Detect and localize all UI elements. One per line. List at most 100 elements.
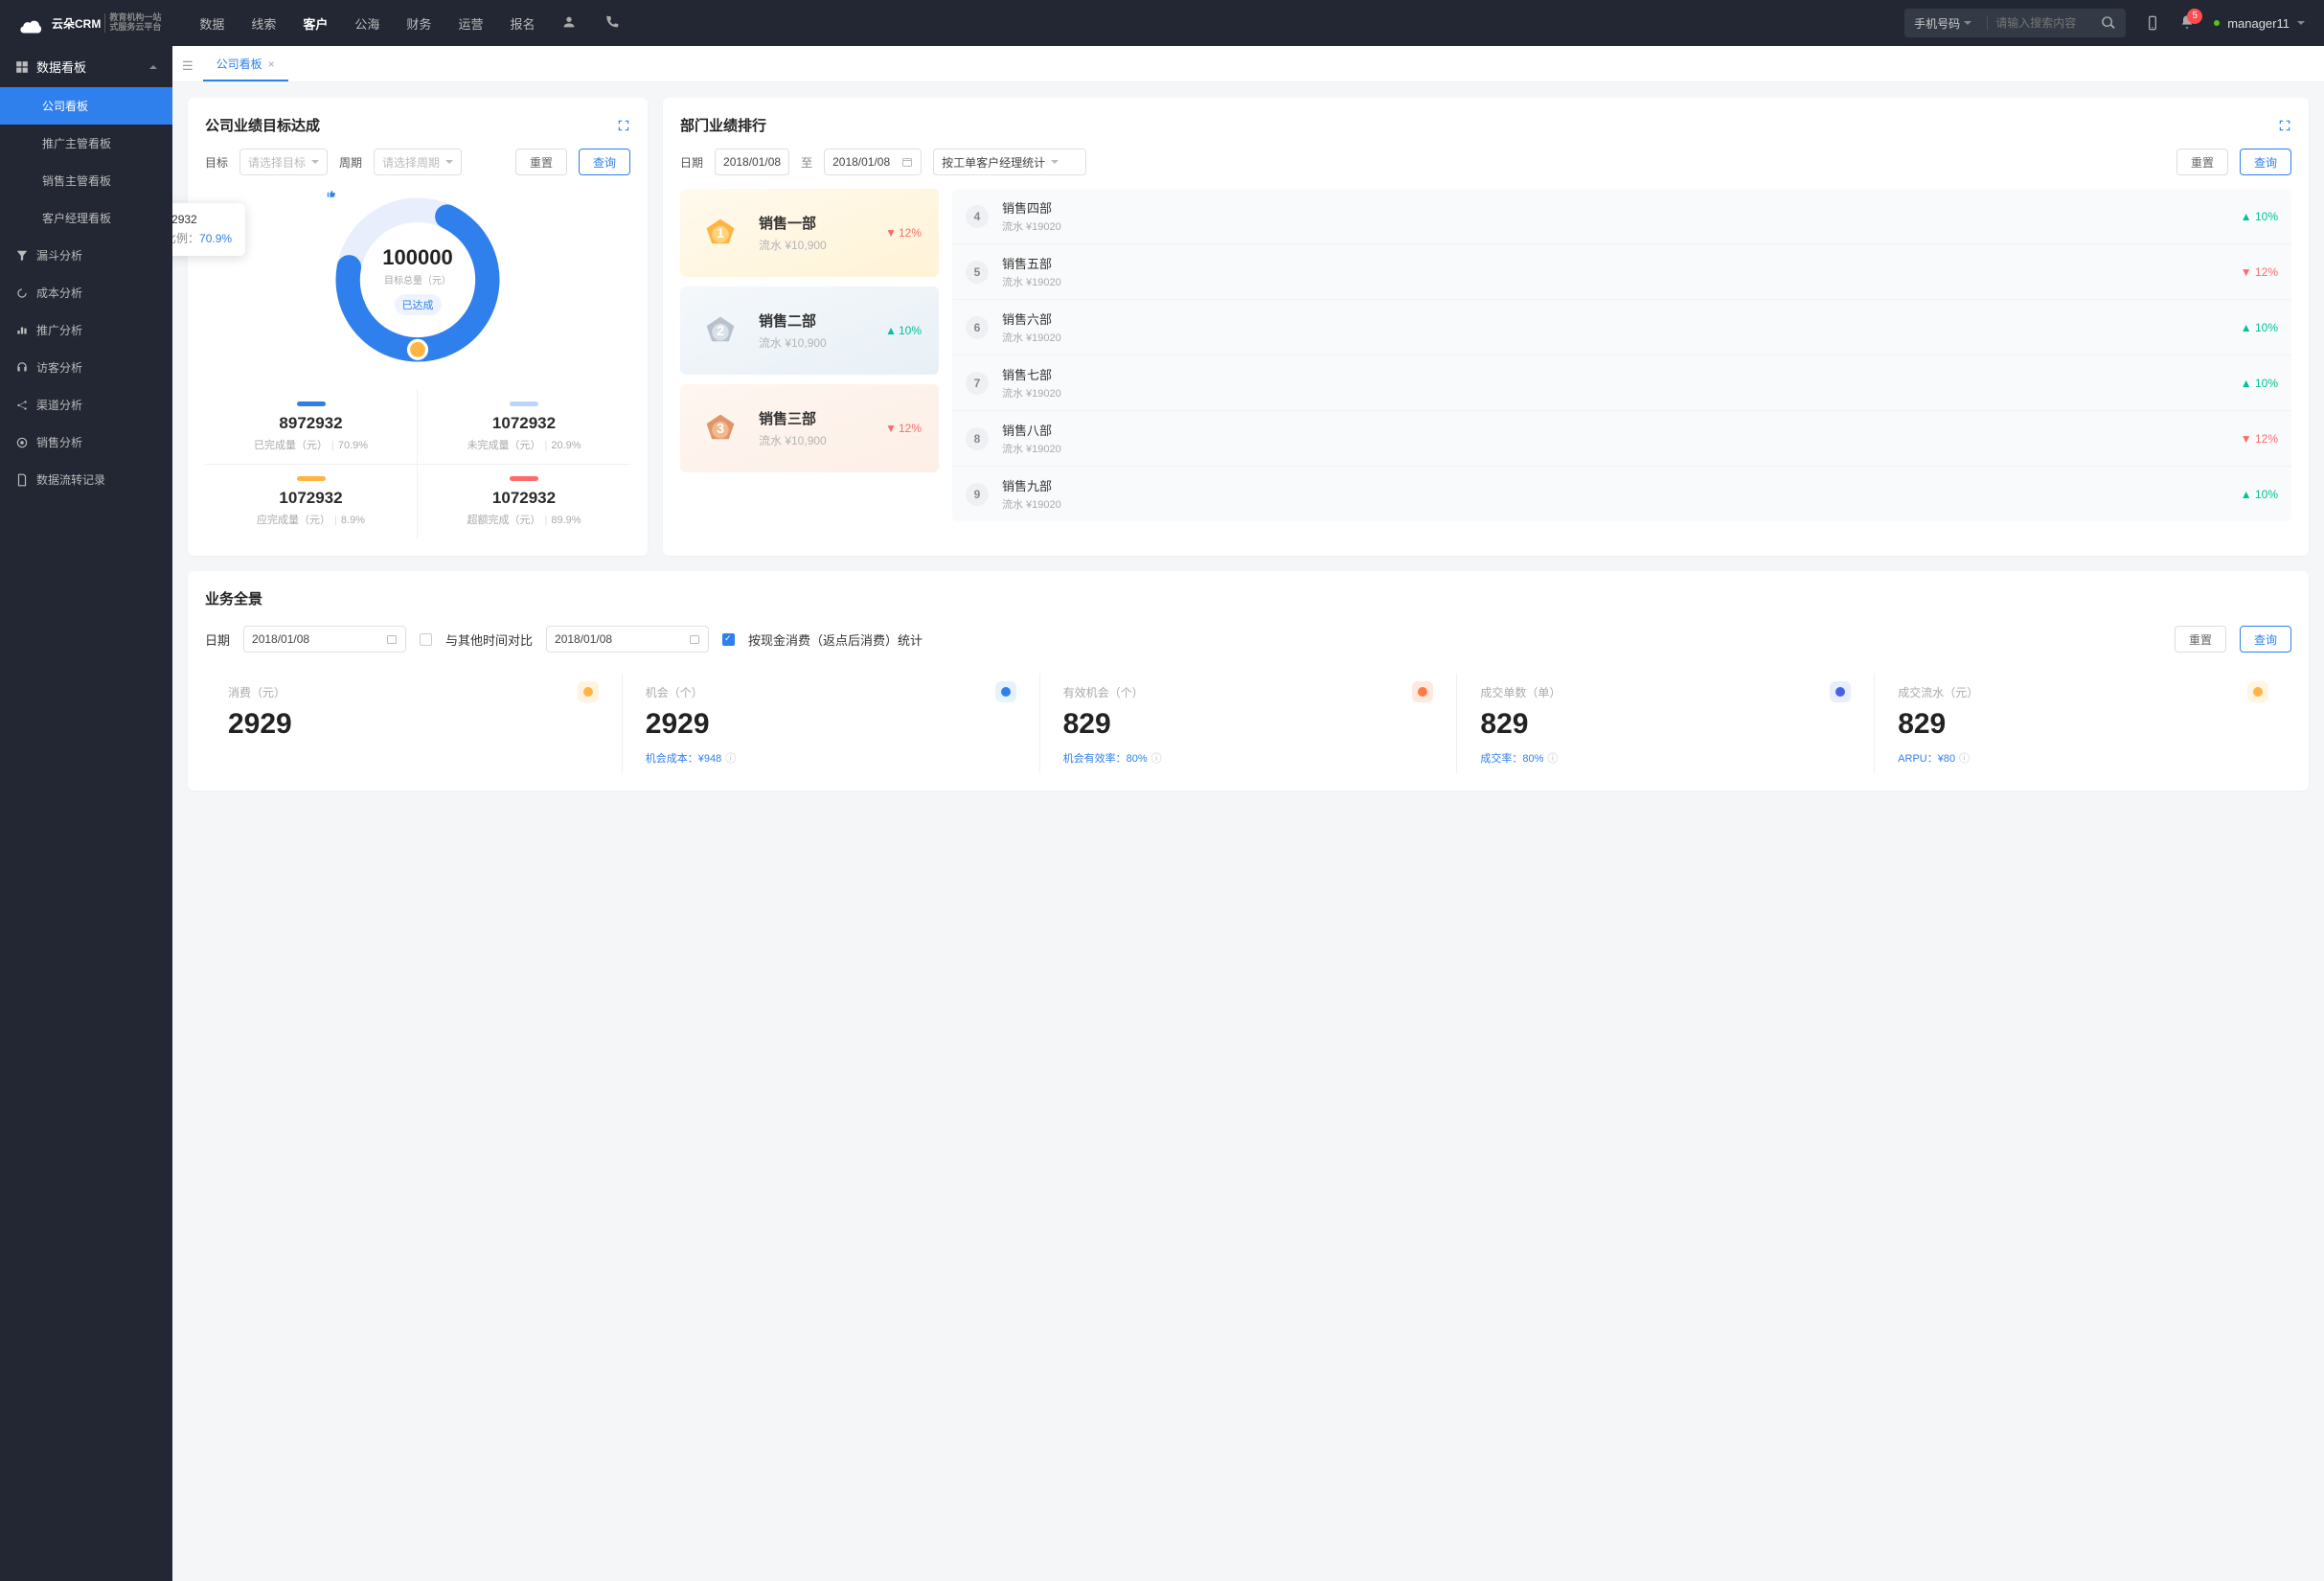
sidebar-item-promo[interactable]: 推广分析	[0, 311, 172, 349]
ranking-list: 4 销售四部流水 ¥19020 ▲ 10% 5 销售五部流水 ¥19020 ▼ …	[952, 189, 2291, 521]
dept-name: 销售六部	[1002, 309, 2227, 328]
period-select[interactable]: 请选择周期	[374, 149, 462, 175]
sidebar-item-company-board[interactable]: 公司看板	[0, 87, 172, 125]
search-button[interactable]: 查询	[579, 149, 630, 175]
close-tab-icon[interactable]: ×	[268, 57, 275, 71]
filter-period-label: 周期	[339, 154, 362, 171]
reset-button[interactable]: 重置	[2175, 626, 2226, 653]
funnel-icon	[15, 249, 29, 263]
status-indicator	[2214, 20, 2220, 26]
stat-footer: ARPU：¥80 ⓘ	[1898, 750, 2268, 766]
nav-phone-icon[interactable]	[604, 14, 619, 33]
help-icon[interactable]: ⓘ	[1959, 750, 1970, 766]
pct-change: ▼ 12%	[2241, 265, 2278, 279]
search-category-select[interactable]: 手机号码	[1914, 15, 1971, 32]
nav-pool[interactable]: 公海	[354, 14, 379, 33]
help-icon[interactable]: ⓘ	[725, 750, 736, 766]
rank-number: 6	[966, 316, 989, 339]
expand-icon[interactable]	[617, 119, 630, 132]
chart-icon	[15, 324, 29, 337]
overview-stats: 消费（元） 2929 机会（个） 2929 机会成本：¥948 ⓘ 有效机会（个…	[205, 674, 2291, 773]
nav-customers[interactable]: 客户	[303, 14, 328, 33]
rank-number: 9	[966, 483, 989, 506]
collapse-sidebar-button[interactable]: ☰	[182, 58, 194, 81]
sidebar-item-cost[interactable]: 成本分析	[0, 274, 172, 311]
sidebar-group-dashboard[interactable]: 数据看板	[0, 46, 172, 87]
tab-bar: ☰ 公司看板 ×	[172, 46, 2324, 82]
stat-label: 消费（元）	[228, 684, 285, 700]
reset-button[interactable]: 重置	[515, 149, 567, 175]
sidebar-item-flow[interactable]: 数据流转记录	[0, 461, 172, 498]
pct-change: ▲ 10%	[2241, 321, 2278, 334]
reset-button[interactable]: 重置	[2176, 149, 2228, 175]
dept-name: 销售二部	[759, 310, 870, 331]
podium-gold: 1 销售一部 流水 ¥10,900 ▼ 12%	[680, 189, 939, 277]
search-input[interactable]	[1995, 16, 2101, 30]
compare-checkbox[interactable]	[420, 633, 432, 646]
logo[interactable]: 云朵CRM 教育机构一站式服务云平台	[19, 12, 161, 34]
tab-company-board[interactable]: 公司看板 ×	[203, 48, 288, 81]
podium-silver: 2 销售二部 流水 ¥10,900 ▲ 10%	[680, 286, 939, 375]
document-icon	[15, 473, 29, 487]
sidebar-item-channel[interactable]: 渠道分析	[0, 386, 172, 424]
card-business-overview: 业务全景 日期 2018/01/08 与其他时间对比 2018/01/08 按现…	[188, 571, 2309, 790]
cloud-icon	[19, 12, 46, 34]
card-department-ranking: 部门业绩排行 日期 2018/01/08 至 2018/01/08 按工单客户经…	[663, 98, 2309, 556]
stat-exceeded: 1072932 超额完成（元）|89.9%	[418, 465, 630, 538]
target-select[interactable]: 请选择目标	[239, 149, 328, 175]
date-from-input[interactable]: 2018/01/08	[715, 149, 789, 175]
nav-enroll[interactable]: 报名	[510, 14, 535, 33]
date-to-input[interactable]: 2018/01/08	[824, 149, 922, 175]
search-icon[interactable]	[2101, 15, 2116, 31]
overview-stat: 有效机会（个） 829 机会有效率：80% ⓘ	[1040, 674, 1458, 773]
overview-stat: 机会（个） 2929 机会成本：¥948 ⓘ	[623, 674, 1040, 773]
calendar-icon	[386, 633, 398, 645]
phone-icon[interactable]	[2145, 15, 2160, 31]
search-button[interactable]: 查询	[2240, 149, 2291, 175]
sidebar-item-visitor[interactable]: 访客分析	[0, 349, 172, 386]
rank-number: 4	[966, 205, 989, 228]
dept-name: 销售一部	[759, 213, 870, 233]
rank-row: 9 销售九部流水 ¥19020 ▲ 10%	[952, 467, 2291, 521]
compare-label: 与其他时间对比	[445, 630, 533, 649]
calendar-icon	[901, 156, 913, 168]
rank-row: 6 销售六部流水 ¥19020 ▲ 10%	[952, 300, 2291, 355]
compare-date-input[interactable]: 2018/01/08	[546, 626, 709, 653]
stat-expected: 1072932 应完成量（元）|8.9%	[205, 465, 418, 538]
search-button[interactable]: 查询	[2240, 626, 2291, 653]
logo-text: 云朵CRM	[52, 15, 101, 32]
dept-revenue: 流水 ¥19020	[1002, 385, 2227, 401]
sidebar-item-sales-board[interactable]: 销售主管看板	[0, 162, 172, 199]
expand-icon[interactable]	[2278, 119, 2291, 132]
cash-checkbox[interactable]	[722, 633, 735, 646]
sidebar: 数据看板 公司看板 推广主管看板 销售主管看板 客户经理看板 漏斗分析 成本分析…	[0, 46, 172, 1581]
sidebar-item-promo-board[interactable]: 推广主管看板	[0, 125, 172, 162]
rank-number: 8	[966, 427, 989, 450]
pct-change: ▲ 10%	[2241, 488, 2278, 501]
cash-label: 按现金消费（返点后消费）统计	[748, 630, 923, 649]
date-input[interactable]: 2018/01/08	[243, 626, 406, 653]
dept-revenue: 流水 ¥19020	[1002, 330, 2227, 345]
main-nav: 数据 线索 客户 公海 财务 运营 报名	[199, 14, 1904, 33]
user-menu[interactable]: manager11	[2214, 16, 2305, 31]
stat-value: 829	[1480, 708, 1851, 741]
sidebar-item-funnel[interactable]: 漏斗分析	[0, 237, 172, 274]
stat-icon	[1412, 681, 1433, 702]
nav-leads[interactable]: 线索	[251, 14, 276, 33]
nav-finance[interactable]: 财务	[406, 14, 431, 33]
goal-stats-grid: 8972932 已完成量（元）|70.9% 1072932 未完成量（元）|20…	[205, 390, 630, 538]
notification-badge: 5	[2187, 9, 2202, 24]
nav-user-icon[interactable]	[561, 14, 577, 33]
stat-footer: 成交率：80% ⓘ	[1480, 750, 1851, 766]
dept-name: 销售四部	[1002, 198, 2227, 217]
help-icon[interactable]: ⓘ	[1151, 750, 1162, 766]
notifications-button[interactable]: 5	[2179, 14, 2195, 33]
filter-date-label: 日期	[680, 154, 703, 171]
stat-by-select[interactable]: 按工单客户经理统计	[933, 149, 1086, 175]
pct-change: ▲ 10%	[885, 324, 922, 337]
nav-ops[interactable]: 运营	[458, 14, 483, 33]
sidebar-item-manager-board[interactable]: 客户经理看板	[0, 199, 172, 237]
sidebar-item-sales[interactable]: 销售分析	[0, 424, 172, 461]
help-icon[interactable]: ⓘ	[1547, 750, 1558, 766]
nav-data[interactable]: 数据	[199, 14, 224, 33]
